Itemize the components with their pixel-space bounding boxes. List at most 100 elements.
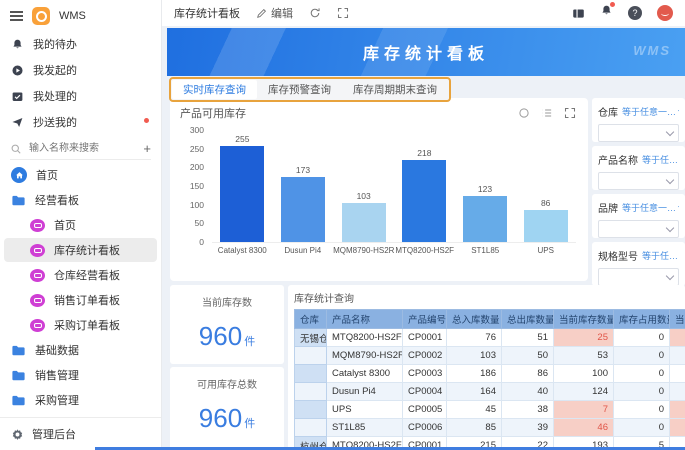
- filter-card-3: 规格型号等于任…: [592, 242, 685, 286]
- sidebar-item-1[interactable]: 经营看板: [4, 188, 157, 212]
- user-avatar[interactable]: [657, 5, 673, 21]
- collapse-panel-icon[interactable]: [572, 7, 585, 20]
- filter-select[interactable]: [598, 268, 679, 286]
- filter-select[interactable]: [598, 124, 679, 142]
- unread-dot: [144, 118, 149, 123]
- dashboard-banner: 库存统计看板 WMS: [167, 28, 685, 76]
- edit-button[interactable]: 编辑: [256, 5, 293, 21]
- sidebar-item-6[interactable]: 采购订单看板: [4, 313, 157, 337]
- table-cell: [295, 383, 327, 401]
- sidebar-item-2[interactable]: 首页: [4, 213, 157, 237]
- table-cell: 40: [502, 383, 554, 401]
- play-icon: [11, 64, 24, 77]
- fullscreen-icon[interactable]: [337, 7, 349, 19]
- bar-group: 173: [273, 129, 334, 242]
- table-cell: CP0001: [403, 329, 447, 347]
- sidebar-item-8[interactable]: 销售管理: [4, 363, 157, 387]
- bar[interactable]: [281, 177, 325, 242]
- hamburger-menu-icon[interactable]: [10, 11, 23, 21]
- y-tick: 300: [190, 125, 204, 135]
- app-logo-icon[interactable]: [32, 7, 50, 25]
- topbar: 库存统计看板 编辑 ?: [162, 0, 685, 26]
- inventory-tabs: 实时库存查询库存预警查询库存周期期末查询: [169, 77, 451, 102]
- bar[interactable]: [463, 196, 507, 242]
- workflow-item-0[interactable]: 我的待办: [0, 31, 161, 57]
- chart-refresh-icon[interactable]: [518, 107, 530, 119]
- help-icon[interactable]: ?: [628, 6, 642, 20]
- bar-value-label: 173: [296, 165, 310, 175]
- nav-list: 首页经营看板首页库存统计看板仓库经营看板销售订单看板采购订单看板基础数据销售管理…: [0, 163, 161, 437]
- sidebar-search: +: [10, 142, 151, 160]
- inventory-table: 仓库产品名称产品编号总入库数量总出库数量当前库存数量库存占用数量当前可用数量 无…: [294, 309, 685, 450]
- column-header: 当前可用数量: [670, 310, 685, 329]
- sidebar-item-7[interactable]: 基础数据: [4, 338, 157, 362]
- column-header: 库存占用数量: [614, 310, 670, 329]
- add-button[interactable]: +: [143, 144, 151, 154]
- tab-2[interactable]: 库存周期期末查询: [342, 80, 448, 99]
- stat-label: 可用库存总数: [170, 376, 284, 391]
- table-cell: [670, 365, 685, 383]
- filter-card-1: 产品名称等于任…: [592, 146, 685, 190]
- notifications-button[interactable]: [600, 4, 613, 22]
- sidebar-item-4[interactable]: 仓库经营看板: [4, 263, 157, 287]
- filter-card-0: 仓库等于任意一…: [592, 98, 685, 142]
- table-row: ST1L85CP00068539460: [295, 419, 685, 437]
- filter-condition[interactable]: 等于任意一…: [622, 105, 679, 118]
- table-cell: 86: [502, 365, 554, 383]
- filter-select[interactable]: [598, 172, 679, 190]
- tab-1[interactable]: 库存预警查询: [257, 80, 342, 99]
- stat-card-0: 当前库存数960件: [170, 285, 284, 364]
- bar[interactable]: [524, 210, 568, 242]
- refresh-icon[interactable]: [309, 7, 321, 19]
- tab-0[interactable]: 实时库存查询: [172, 80, 257, 99]
- chart-fullscreen-icon[interactable]: [564, 107, 576, 119]
- sidebar-item-9[interactable]: 采购管理: [4, 388, 157, 412]
- filter-condition[interactable]: 等于任意一…: [622, 201, 679, 214]
- dashboard-icon: [30, 244, 45, 257]
- table-cell: 39: [502, 419, 554, 437]
- caret-down-icon: [678, 206, 679, 210]
- workflow-item-2[interactable]: 我处理的: [0, 83, 161, 109]
- admin-console-link[interactable]: 管理后台: [0, 417, 161, 450]
- filter-label: 品牌: [598, 200, 618, 215]
- table-cell: UPS: [327, 401, 403, 419]
- gear-icon: [11, 428, 24, 441]
- sidebar-item-label: 采购订单看板: [54, 317, 120, 333]
- notification-dot: [610, 2, 615, 7]
- column-header: 产品名称: [327, 310, 403, 329]
- stat-value: 960件: [170, 403, 284, 434]
- caret-down-icon: [678, 110, 679, 114]
- filter-condition[interactable]: 等于任…: [642, 153, 679, 166]
- table-cell: [670, 419, 685, 437]
- home-icon: [11, 167, 27, 183]
- table-cell: 38: [502, 401, 554, 419]
- bar-group: 86: [515, 129, 576, 242]
- app-name: WMS: [59, 10, 86, 22]
- bar[interactable]: [402, 160, 446, 242]
- y-tick: 50: [195, 218, 204, 228]
- sidebar-item-5[interactable]: 销售订单看板: [4, 288, 157, 312]
- workflow-item-label: 我处理的: [33, 88, 77, 104]
- table-cell: CP0002: [403, 347, 447, 365]
- chart-list-icon[interactable]: [541, 107, 553, 119]
- dashboard-icon: [30, 319, 45, 332]
- table-cell: [670, 383, 685, 401]
- filter-condition[interactable]: 等于任…: [642, 249, 679, 262]
- table-cell: [295, 365, 327, 383]
- table-header-row: 仓库产品名称产品编号总入库数量总出库数量当前库存数量库存占用数量当前可用数量: [295, 310, 685, 329]
- workflow-item-1[interactable]: 我发起的: [0, 57, 161, 83]
- search-input[interactable]: [27, 142, 123, 155]
- bar[interactable]: [220, 146, 264, 242]
- sidebar-item-0[interactable]: 首页: [4, 163, 157, 187]
- sidebar-item-3[interactable]: 库存统计看板: [4, 238, 157, 262]
- y-tick: 150: [190, 181, 204, 191]
- table-cell: 50: [502, 347, 554, 365]
- table-cell: 51: [502, 329, 554, 347]
- bar[interactable]: [342, 203, 386, 242]
- table-cell: [670, 329, 685, 347]
- table-cell: CP0003: [403, 365, 447, 383]
- workflow-item-3[interactable]: 抄送我的: [0, 109, 161, 135]
- filter-select[interactable]: [598, 220, 679, 238]
- table-row: Catalyst 8300CP0003186861000: [295, 365, 685, 383]
- bar-value-label: 218: [417, 148, 431, 158]
